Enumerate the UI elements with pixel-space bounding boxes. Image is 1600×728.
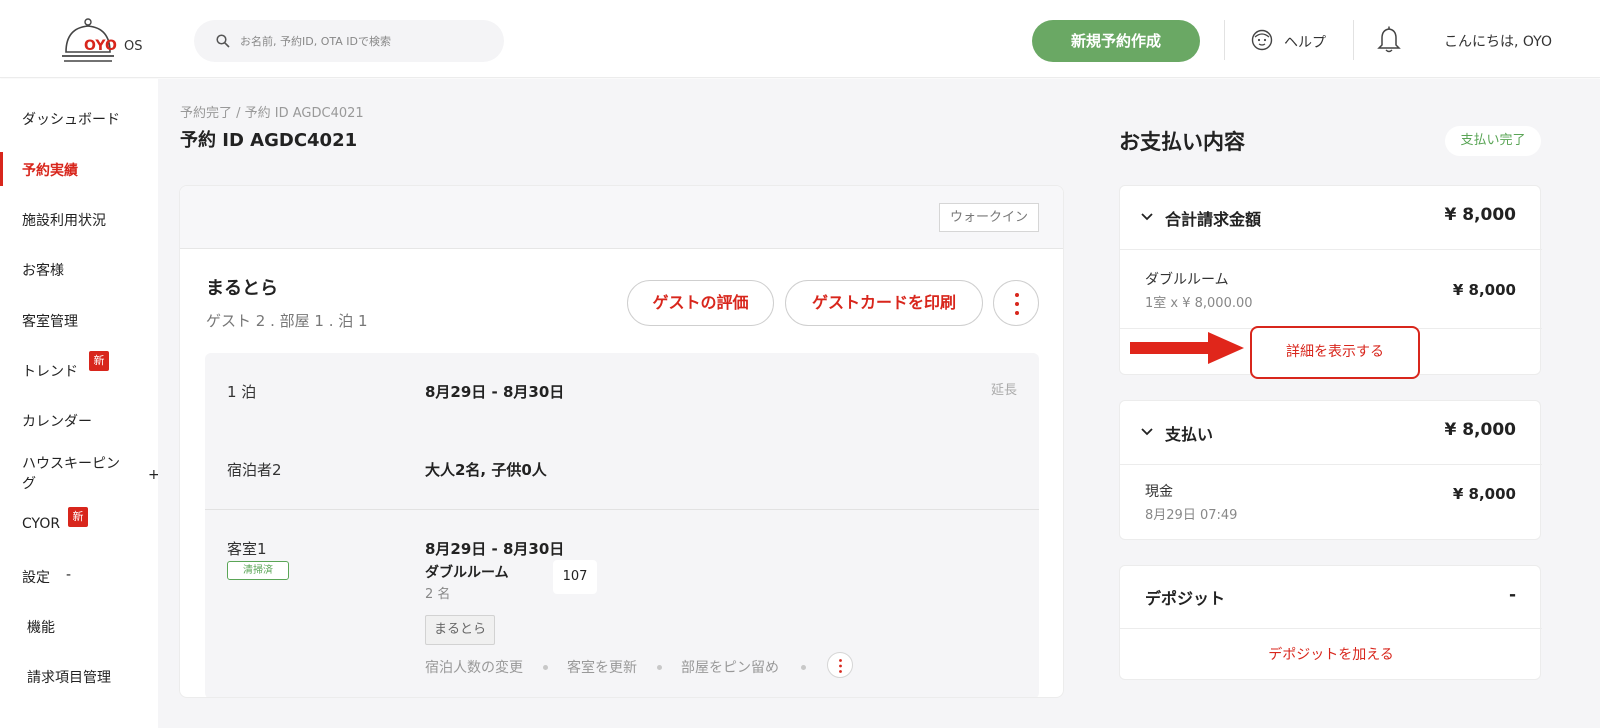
occupants-value: 大人2名, 子供0人 xyxy=(425,461,547,479)
room-more-button[interactable] xyxy=(827,652,853,678)
search-box[interactable] xyxy=(194,20,504,62)
room-guest-tag[interactable]: まるとら xyxy=(425,615,496,645)
room-number[interactable]: 107 xyxy=(553,560,597,594)
payment-status-badge: 支払い完了 xyxy=(1445,126,1541,156)
kebab-icon xyxy=(1015,293,1019,315)
page-title: 予約 ID AGDC4021 xyxy=(180,130,358,151)
new-badge: 新 xyxy=(89,351,109,371)
nights-label: 1 泊 xyxy=(227,383,257,401)
new-booking-button[interactable]: 新規予約作成 xyxy=(1032,20,1200,62)
logo-text: OYO xyxy=(84,38,117,54)
sidebar-item-settings[interactable]: 設定 - xyxy=(0,559,158,593)
divider xyxy=(1353,20,1354,60)
add-deposit-link[interactable]: デポジットを加える xyxy=(1120,644,1542,664)
deposit-card: デポジット - デポジットを加える xyxy=(1119,565,1542,680)
sidebar-item-bookings[interactable]: 予約実績 xyxy=(0,152,158,186)
deposit-label: デポジット xyxy=(1145,589,1226,608)
occupants-label: 宿泊者2 xyxy=(227,461,282,479)
sidebar-item-label: ハウスキーピン xyxy=(22,456,120,472)
guest-summary: ゲスト 2 . 部屋 1 . 泊 1 xyxy=(206,312,368,330)
payments-label: 支払い xyxy=(1165,425,1214,444)
total-charge-amount: ¥ 8,000 xyxy=(1444,205,1516,225)
sidebar-item-label: 予約実績 xyxy=(22,163,78,179)
chevron-down-icon[interactable] xyxy=(1140,427,1154,437)
room-dates: 8月29日 - 8月30日 xyxy=(425,540,565,558)
sidebar-item-label: お客様 xyxy=(22,263,64,279)
sidebar-item-cyor[interactable]: CYOR 新 xyxy=(0,507,158,542)
sidebar-item-occupancy[interactable]: 施設利用状況 xyxy=(0,202,158,236)
kebab-icon xyxy=(839,659,842,673)
sidebar-item-label: ダッシュボード xyxy=(22,112,120,128)
bell-icon[interactable] xyxy=(1376,26,1402,54)
top-bar: OYO OS 新規予約作成 ヘルプ こんにちは, OYO xyxy=(0,0,1600,78)
update-room-link[interactable]: 客室を更新 xyxy=(567,657,637,677)
logo-suffix: OS xyxy=(124,39,143,54)
sidebar-item-label-cont: グ xyxy=(22,476,36,492)
payment-method: 現金 xyxy=(1145,484,1173,500)
room-guest-count: 2 名 xyxy=(425,587,451,602)
divider xyxy=(1120,249,1542,250)
sidebar-item-label: 設定 xyxy=(22,570,50,586)
sidebar-item-features[interactable]: 機能 xyxy=(0,609,158,643)
line-item-amount: ¥ 8,000 xyxy=(1452,281,1516,299)
sidebar-item-label: 客室管理 xyxy=(22,314,78,330)
pointer-arrow-icon xyxy=(1130,332,1244,364)
sidebar: ダッシュボード 予約実績 施設利用状況 お客様 客室管理 トレンド 新 カレンダ… xyxy=(0,79,160,728)
guest-name: まるとら xyxy=(206,278,278,299)
divider xyxy=(205,509,1039,510)
change-occupants-link[interactable]: 宿泊人数の変更 xyxy=(425,657,523,677)
show-details-button[interactable]: 詳細を表示する xyxy=(1250,326,1420,379)
payments-amount: ¥ 8,000 xyxy=(1444,420,1516,440)
total-charge-label: 合計請求金額 xyxy=(1165,210,1262,229)
room-type: ダブルルーム xyxy=(425,565,509,581)
sidebar-item-label: 機能 xyxy=(27,620,55,636)
booking-card-header: ウォークイン xyxy=(180,186,1063,249)
payment-method-amount: ¥ 8,000 xyxy=(1452,485,1516,503)
user-greeting[interactable]: こんにちは, OYO xyxy=(1444,31,1552,51)
line-item-label: ダブルルーム xyxy=(1145,272,1229,288)
sidebar-item-billing-items[interactable]: 請求項目管理 xyxy=(0,659,158,693)
breadcrumb[interactable]: 予約完了 / 予約 ID AGDC4021 xyxy=(180,102,364,121)
sidebar-item-label: カレンダー xyxy=(22,414,92,430)
booking-card: ウォークイン まるとら ゲスト 2 . 部屋 1 . 泊 1 ゲストの評価 ゲス… xyxy=(179,185,1064,698)
room-status-badge: 清掃済 xyxy=(227,561,289,580)
sidebar-item-housekeeping[interactable]: ハウスキーピン グ + xyxy=(0,445,160,492)
deposit-amount: - xyxy=(1508,585,1516,605)
sidebar-item-guests[interactable]: お客様 xyxy=(0,252,158,286)
sidebar-item-calendar[interactable]: カレンダー xyxy=(0,403,158,437)
print-guest-card-button[interactable]: ゲストカードを印刷 xyxy=(785,280,983,326)
rate-guest-button[interactable]: ゲストの評価 xyxy=(627,280,774,326)
pin-room-link[interactable]: 部屋をピン留め xyxy=(681,657,779,677)
new-badge: 新 xyxy=(68,507,88,527)
sidebar-item-trends[interactable]: トレンド 新 xyxy=(0,351,158,387)
sidebar-item-dashboard[interactable]: ダッシュボード xyxy=(0,101,158,135)
payments-card: 支払い ¥ 8,000 現金 8月29日 07:49 ¥ 8,000 xyxy=(1119,400,1542,540)
divider xyxy=(1120,464,1542,465)
search-icon xyxy=(216,34,230,48)
sidebar-item-label: 請求項目管理 xyxy=(27,670,111,686)
divider xyxy=(1224,20,1225,60)
payment-time: 8月29日 07:49 xyxy=(1145,508,1238,523)
extend-link[interactable]: 延長 xyxy=(991,379,1017,398)
stay-dates: 8月29日 - 8月30日 xyxy=(425,383,565,401)
booking-source-tag: ウォークイン xyxy=(938,203,1039,232)
more-options-button[interactable] xyxy=(993,280,1039,326)
room-label: 客室1 xyxy=(227,540,267,558)
search-input[interactable] xyxy=(240,31,490,51)
sidebar-item-label: トレンド xyxy=(22,364,78,380)
help-label: ヘルプ xyxy=(1284,35,1326,51)
line-item-meta: 1室 x ¥ 8,000.00 xyxy=(1145,296,1253,311)
separator-dot xyxy=(657,665,662,670)
chevron-down-icon[interactable] xyxy=(1140,212,1154,222)
help-face-icon xyxy=(1251,29,1273,51)
payment-title: お支払い内容 xyxy=(1119,130,1245,154)
sidebar-item-label: 施設利用状況 xyxy=(22,213,106,229)
separator-dot xyxy=(543,665,548,670)
separator-dot xyxy=(801,665,806,670)
sidebar-item-rooms[interactable]: 客室管理 xyxy=(0,303,158,337)
divider xyxy=(1120,628,1542,629)
sidebar-item-label: CYOR xyxy=(22,516,61,532)
booking-details: 1 泊 8月29日 - 8月30日 延長 宿泊者2 大人2名, 子供0人 客室1… xyxy=(205,353,1039,697)
collapse-toggle[interactable]: - xyxy=(66,567,71,583)
